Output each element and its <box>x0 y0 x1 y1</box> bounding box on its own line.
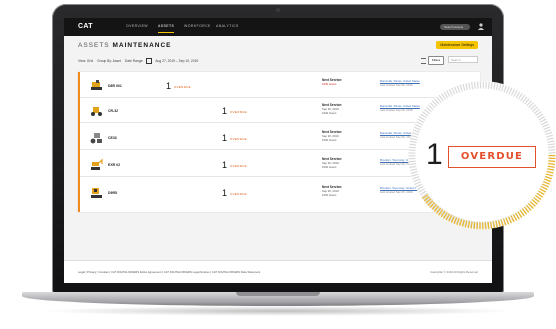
nav-item-analytics[interactable]: ANALYTICS <box>216 24 239 28</box>
group-select[interactable]: Group By: Asset <box>97 59 121 63</box>
status-badge: OVERDUE <box>230 136 247 141</box>
status-badge: OVERDUE <box>174 84 191 89</box>
laptop-shadow <box>40 306 516 316</box>
calendar-icon[interactable] <box>146 58 153 64</box>
filters-button[interactable]: Filters <box>428 56 444 65</box>
callout-count: 1 <box>426 138 443 171</box>
nav-item-overview[interactable]: OVERVIEW <box>126 24 148 28</box>
asset-id[interactable]: CR-32 <box>108 109 118 113</box>
camera <box>276 8 280 12</box>
nav-item-workforce[interactable]: WORKFORCE <box>184 24 211 28</box>
next-service: Next Service: Sep 30, 2019 1000 Hours <box>322 103 362 115</box>
page-title: ASSETS MAINTENANCE <box>78 42 172 49</box>
status-badge: OVERDUE <box>230 191 247 196</box>
overdue-count: 1 <box>166 81 172 91</box>
overdue-count: 1 <box>222 133 228 143</box>
excavator-icon <box>91 158 103 170</box>
status-badge: OVERDUE <box>230 109 247 114</box>
maintenance-settings-button[interactable]: Maintenance Settings <box>436 41 478 49</box>
asset-search-input[interactable]: Search <box>448 56 478 63</box>
roller-icon <box>90 133 102 144</box>
next-service: Next Service: Sep 30, 2019 1000 Hours <box>322 130 362 142</box>
next-service: Next Service: Sep 30, 2019 1000 Hours <box>322 185 362 197</box>
filter-bar: View: Grid Group By: Asset Date Range: Au… <box>78 58 201 64</box>
cat-logo[interactable]: CAT <box>78 23 93 30</box>
footer-copyright: Caterpillar © 2019 All Rights Reserved <box>430 270 478 274</box>
asset-id[interactable]: D8R 001 <box>108 84 122 88</box>
asset-id[interactable]: CE33 <box>108 136 117 140</box>
next-service: Next Service: Sep 30, 2019 1000 Hours <box>322 157 362 169</box>
service-hours: 1000 Hours <box>322 192 337 197</box>
user-icon[interactable] <box>478 23 484 30</box>
asset-id[interactable]: D9R5 <box>108 191 117 195</box>
loader-icon <box>91 107 102 116</box>
service-hours: 1000 Hours <box>322 164 337 169</box>
title-main: MAINTENANCE <box>112 42 172 49</box>
date-range-label: Date Range: <box>124 58 144 63</box>
nav-item-assets[interactable]: ASSETS <box>158 24 175 33</box>
footer-links[interactable]: Legal | Privacy | Cookies | CAT DIGITALO… <box>78 270 260 274</box>
global-search-input[interactable]: Search Assets <box>440 24 470 30</box>
view-select[interactable]: View: Grid <box>78 59 93 63</box>
grid-view-icon[interactable] <box>421 58 426 64</box>
asset-id[interactable]: EXR 02 <box>108 163 120 167</box>
laptop-notch <box>236 292 320 296</box>
dozer-icon <box>91 80 102 90</box>
service-hours: 1000 Hours <box>322 81 337 86</box>
status-badge: OVERDUE <box>230 163 247 168</box>
service-hours: 1000 Hours <box>322 137 337 142</box>
overdue-count: 1 <box>222 188 228 198</box>
tractor-icon <box>91 188 102 198</box>
next-service: Next Service: 1000 Hours <box>322 78 362 87</box>
callout-status-badge: OVERDUE <box>448 146 536 168</box>
title-prefix: ASSETS <box>78 42 110 49</box>
overdue-count: 1 <box>222 160 228 170</box>
overdue-count: 1 <box>222 106 228 116</box>
service-hours: 1000 Hours <box>322 110 337 115</box>
date-range-value[interactable]: Aug 27, 2019 – Sep 10, 2019 <box>155 59 198 63</box>
page-footer: Legal | Privacy | Cookies | CAT DIGITALO… <box>64 260 492 283</box>
top-nav: CAT OVERVIEW ASSETS WORKFORCE ANALYTICS … <box>64 18 492 36</box>
